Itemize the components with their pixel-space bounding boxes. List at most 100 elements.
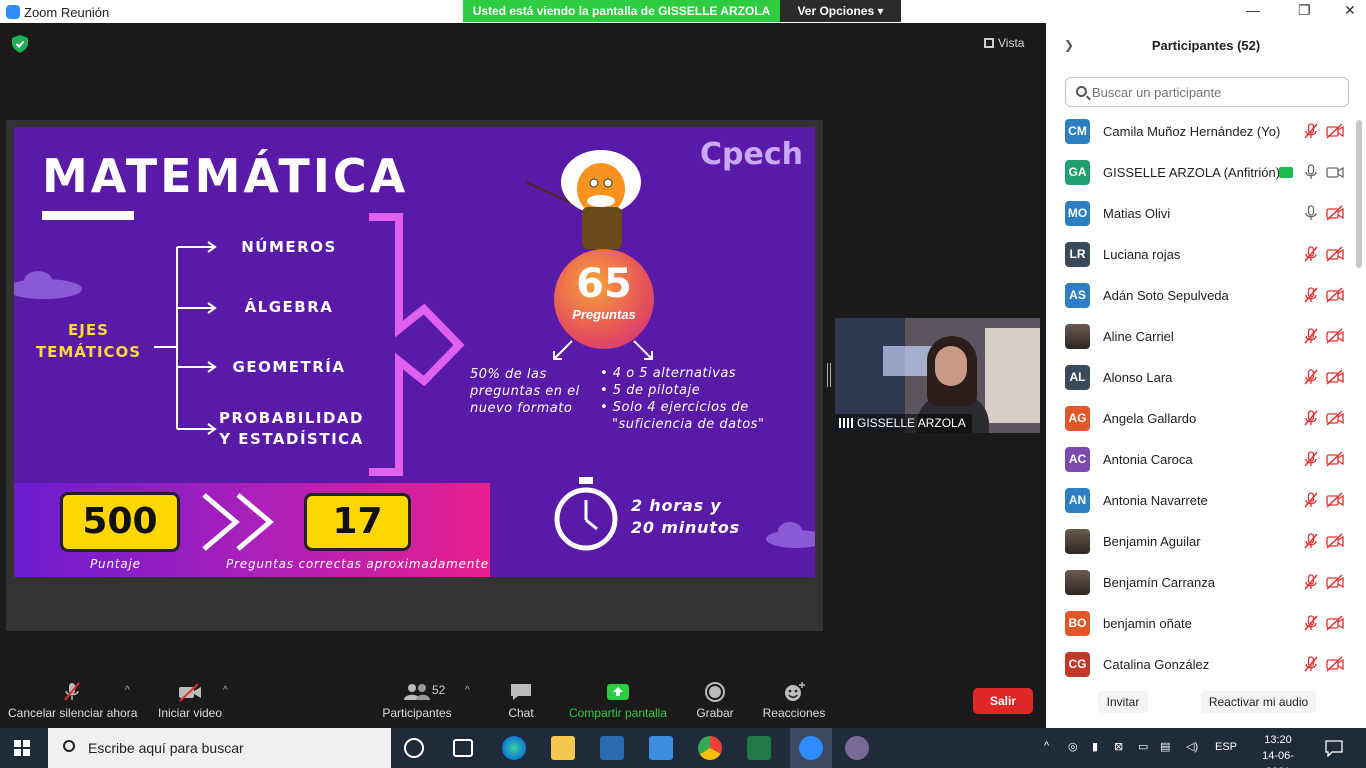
video-off-icon[interactable] <box>1326 410 1344 426</box>
record-button[interactable]: Grabar <box>692 673 738 728</box>
cortana-icon[interactable] <box>404 738 424 758</box>
mic-muted-icon[interactable] <box>1304 451 1318 467</box>
splitter-handle[interactable] <box>827 363 831 387</box>
mic-icon[interactable] <box>1304 205 1318 221</box>
video-off-icon[interactable] <box>1326 328 1344 344</box>
reactions-button[interactable]: Reacciones <box>760 673 828 728</box>
video-options-caret-icon[interactable]: ^ <box>223 685 228 696</box>
mic-muted-icon[interactable] <box>1304 615 1318 631</box>
view-options-button[interactable]: Ver Opciones ▾ <box>780 0 901 22</box>
participant-row[interactable]: GA GISSELLE ARZOLA (Anfitrión) <box>1046 152 1366 193</box>
tray-chevron-up-icon[interactable]: ^ <box>1044 740 1049 752</box>
participant-row[interactable]: AL Alonso Lara <box>1046 357 1366 398</box>
leave-button[interactable]: Salir <box>973 688 1033 714</box>
meeting-toolbar: Cancelar silenciar ahora ^ Iniciar video… <box>0 673 1046 728</box>
chrome-icon[interactable] <box>698 736 722 760</box>
participant-row[interactable]: AC Antonia Caroca <box>1046 439 1366 480</box>
invite-button[interactable]: Invitar <box>1098 691 1148 713</box>
participant-search-input[interactable] <box>1065 77 1349 107</box>
windows-start-icon[interactable] <box>14 740 30 756</box>
participant-row[interactable]: LR Luciana rojas <box>1046 234 1366 275</box>
video-off-icon[interactable] <box>1326 246 1344 262</box>
video-off-icon[interactable] <box>1326 287 1344 303</box>
video-off-icon[interactable] <box>1326 451 1344 467</box>
view-button[interactable]: Vista <box>984 33 1038 53</box>
participant-row[interactable]: CM Camila Muñoz Hernández (Yo) <box>1046 111 1366 152</box>
participants-icon <box>404 684 430 700</box>
participant-row[interactable]: AS Adán Soto Sepulveda <box>1046 275 1366 316</box>
clock-time: 13:20 <box>1264 734 1292 746</box>
mic-muted-icon[interactable] <box>1304 328 1318 344</box>
participant-list: CM Camila Muñoz Hernández (Yo) GA GISSELLE … <box>1046 111 1366 678</box>
store-icon[interactable] <box>600 736 624 760</box>
participant-list-scrollbar[interactable] <box>1356 120 1362 268</box>
audio-options-caret-icon[interactable]: ^ <box>125 685 130 696</box>
video-off-icon[interactable] <box>1326 369 1344 385</box>
time-line1: 2 horas y <box>631 496 722 515</box>
participants-caret-icon[interactable]: ^ <box>465 685 470 696</box>
reactivate-audio-button[interactable]: Reactivar mi audio <box>1201 691 1316 713</box>
mic-muted-icon[interactable] <box>1304 287 1318 303</box>
participant-row[interactable]: Aline Carriel <box>1046 316 1366 357</box>
video-off-icon[interactable] <box>1326 533 1344 549</box>
time-line2: 20 minutos <box>631 518 740 537</box>
video-off-icon[interactable] <box>1326 615 1344 631</box>
video-off-icon[interactable] <box>1326 492 1344 508</box>
correct-caption: Preguntas correctas aproximadamente <box>226 557 489 571</box>
participant-row[interactable]: AN Antonia Navarrete <box>1046 480 1366 521</box>
taskbar-search-box[interactable]: Escribe aquí para buscar <box>48 728 391 768</box>
language-indicator[interactable]: ESP <box>1215 741 1237 753</box>
battery-icon[interactable]: ▭ <box>1138 740 1148 753</box>
mic-muted-icon[interactable] <box>1304 656 1318 672</box>
participant-row[interactable]: BO benjamin oñate <box>1046 603 1366 644</box>
avatar: AL <box>1065 365 1090 390</box>
participant-row[interactable]: CG Catalina González <box>1046 644 1366 678</box>
participant-name: Aline Carriel <box>1103 329 1174 344</box>
tray-mic-icon[interactable]: ▮ <box>1092 740 1098 753</box>
mic-icon[interactable] <box>1304 164 1318 180</box>
paint-icon[interactable] <box>845 736 869 760</box>
network-icon[interactable]: ▤ <box>1160 740 1170 753</box>
video-off-icon[interactable] <box>1326 656 1344 672</box>
participant-row[interactable]: MO Matias Olivi <box>1046 193 1366 234</box>
mic-muted-icon[interactable] <box>1304 574 1318 590</box>
tray-security-icon[interactable]: ⊠ <box>1114 740 1123 753</box>
notifications-icon[interactable] <box>1325 739 1343 757</box>
participant-row[interactable]: Benjamín Carranza <box>1046 562 1366 603</box>
mic-muted-icon[interactable] <box>1304 492 1318 508</box>
participant-row[interactable]: AG Angela Gallardo <box>1046 398 1366 439</box>
tray-app-icon[interactable]: ◎ <box>1068 740 1078 753</box>
video-off-icon[interactable] <box>1326 123 1344 139</box>
taskbar-clock[interactable]: 13:20 14-06-2021 <box>1250 732 1306 768</box>
task-view-icon[interactable] <box>453 739 473 757</box>
chat-button[interactable]: Chat <box>500 673 542 728</box>
participant-name: Camila Muñoz Hernández (Yo) <box>1103 124 1281 139</box>
mail-icon[interactable] <box>649 736 673 760</box>
participants-button[interactable]: Participantes <box>380 673 454 728</box>
video-off-icon[interactable] <box>1326 574 1344 590</box>
maximize-icon[interactable]: ❐ <box>1298 2 1311 19</box>
video-tile-gisselle[interactable]: GISSELLE ARZOLA <box>835 318 1040 433</box>
video-off-icon <box>179 683 201 702</box>
close-icon[interactable]: ✕ <box>1344 2 1356 19</box>
start-video-button[interactable]: Iniciar video <box>154 673 226 728</box>
mic-muted-icon[interactable] <box>1304 369 1318 385</box>
excel-icon[interactable] <box>747 736 771 760</box>
video-icon[interactable] <box>1326 164 1344 180</box>
zoom-icon <box>799 736 823 760</box>
record-icon <box>705 682 725 702</box>
mute-button[interactable]: Cancelar silenciar ahora <box>8 673 137 728</box>
video-off-icon[interactable] <box>1326 205 1344 221</box>
file-explorer-icon[interactable] <box>551 736 575 760</box>
volume-icon[interactable]: ◁) <box>1186 740 1198 753</box>
mic-muted-icon[interactable] <box>1304 123 1318 139</box>
minimize-icon[interactable]: — <box>1246 2 1260 18</box>
share-screen-button[interactable]: Compartir pantalla <box>566 673 670 728</box>
shield-icon[interactable] <box>12 35 28 53</box>
participant-row[interactable]: Benjamin Aguilar <box>1046 521 1366 562</box>
participant-name: Antonia Navarrete <box>1103 493 1208 508</box>
edge-icon[interactable] <box>502 736 526 760</box>
mic-muted-icon[interactable] <box>1304 410 1318 426</box>
mic-muted-icon[interactable] <box>1304 246 1318 262</box>
mic-muted-icon[interactable] <box>1304 533 1318 549</box>
